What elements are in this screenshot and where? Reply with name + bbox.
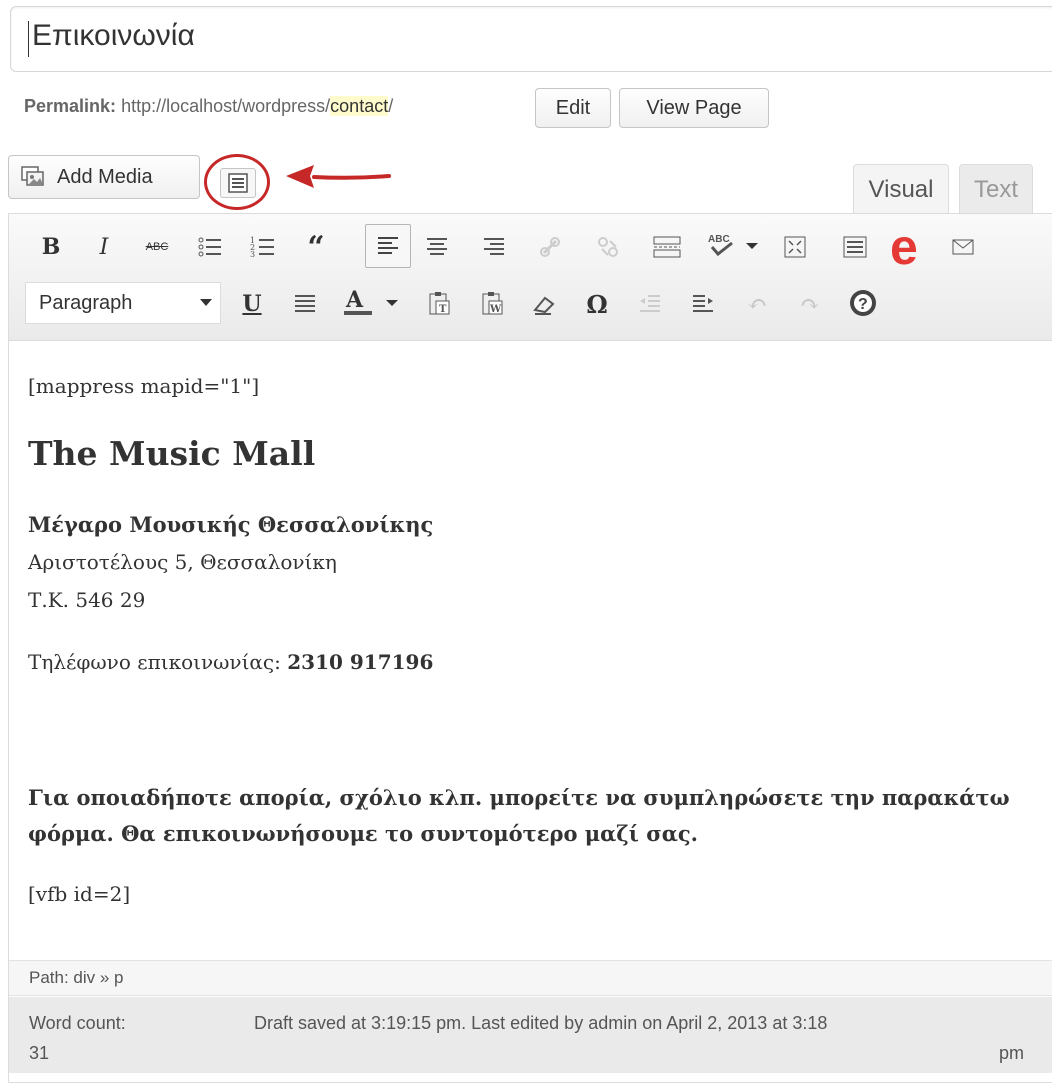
edit-permalink-button[interactable]: Edit: [535, 88, 611, 128]
svg-text:A: A: [345, 287, 364, 313]
unlink-icon[interactable]: [591, 230, 625, 264]
media-icon: [21, 165, 47, 189]
outdent-icon[interactable]: [633, 287, 667, 321]
svg-text:ABC: ABC: [708, 234, 730, 245]
link-icon[interactable]: [533, 230, 567, 264]
insert-more-icon[interactable]: [650, 230, 684, 264]
strikethrough-icon[interactable]: ABC: [140, 230, 174, 264]
permalink-tail: /: [388, 96, 394, 116]
red-arrow-icon: [286, 165, 391, 188]
draft-saved-status-tail: pm: [999, 1043, 1025, 1063]
form-icon: [228, 173, 248, 193]
word-count-label: Word count:: [29, 1013, 126, 1033]
highlight-circle: [204, 154, 270, 210]
tab-text[interactable]: Text: [959, 164, 1033, 214]
italic-icon[interactable]: I: [87, 230, 121, 264]
underline-icon[interactable]: U: [235, 287, 269, 321]
address-zip: Τ.Κ. 546 29: [28, 588, 146, 612]
special-character-icon[interactable]: Ω: [580, 287, 614, 321]
phone-label: Τηλέφωνο επικοινωνίας:: [28, 650, 288, 674]
permalink-slug[interactable]: contact: [330, 96, 389, 116]
clear-formatting-icon[interactable]: [527, 287, 561, 321]
word-count-value: 31: [29, 1043, 50, 1063]
form-insert-button[interactable]: [220, 168, 256, 198]
help-icon[interactable]: ?: [846, 286, 880, 320]
format-select-value: Paragraph: [39, 291, 133, 314]
status-bar: Word count: 31 Draft saved at 3:19:15 pm…: [9, 997, 1052, 1073]
blockquote-icon[interactable]: “: [299, 230, 333, 265]
add-media-button[interactable]: Add Media: [8, 155, 200, 199]
svg-text:W: W: [489, 304, 502, 315]
redo-icon[interactable]: ↷: [793, 287, 827, 321]
undo-icon[interactable]: ↶: [740, 287, 774, 321]
phone-number: 2310 917196: [287, 650, 434, 674]
text-caret: [28, 21, 29, 57]
evernote-icon[interactable]: e: [886, 223, 936, 271]
address-name: Μέγαρο Μουσικής Θεσσαλονίκης: [28, 512, 434, 537]
svg-text:?: ?: [858, 296, 868, 313]
toolbar-toggle-icon[interactable]: [838, 230, 872, 264]
chevron-down-icon: [200, 299, 212, 306]
element-path: Path: div » p: [9, 960, 1052, 996]
permalink-row: Permalink: http://localhost/wordpress/co…: [24, 96, 393, 117]
form-shortcode: [vfb id=2]: [28, 882, 131, 906]
post-title-text: Επικοινωνία: [32, 19, 195, 52]
format-select[interactable]: Paragraph: [25, 282, 221, 324]
spellcheck-icon[interactable]: ABC: [704, 228, 764, 262]
address-street: Αριστοτέλους 5, Θεσσαλονίκη: [28, 550, 337, 574]
permalink-base: http://localhost/wordpress/: [121, 96, 331, 116]
view-page-button[interactable]: View Page: [619, 88, 769, 128]
svg-text:e: e: [890, 224, 918, 270]
numbered-list-icon[interactable]: 123: [246, 230, 280, 264]
phone-line: Τηλέφωνο επικοινωνίας: 2310 917196: [28, 650, 433, 674]
draft-saved-status: Draft saved at 3:19:15 pm. Last edited b…: [254, 1013, 828, 1033]
editor-frame: [8, 213, 1052, 1083]
permalink-label: Permalink:: [24, 96, 117, 116]
align-center-icon[interactable]: [420, 230, 454, 264]
align-right-icon[interactable]: [477, 230, 511, 264]
bold-icon[interactable]: B: [34, 230, 68, 264]
content-heading: The Music Mall: [28, 434, 316, 473]
svg-text:T: T: [439, 304, 447, 315]
bullet-list-icon[interactable]: [193, 230, 227, 264]
fullscreen-icon[interactable]: [778, 230, 812, 264]
paste-text-icon[interactable]: T: [422, 287, 456, 321]
contact-note: Για οποιαδήποτε απορία, σχόλιο κλπ. μπορ…: [28, 785, 1010, 846]
svg-text:3: 3: [250, 250, 255, 259]
justify-icon[interactable]: [288, 287, 322, 321]
add-media-label: Add Media: [57, 165, 153, 188]
email-icon[interactable]: [946, 230, 980, 264]
tab-visual[interactable]: Visual: [853, 164, 949, 214]
align-left-icon[interactable]: [365, 224, 411, 268]
post-title-field[interactable]: Επικοινωνία: [10, 6, 1052, 72]
text-color-icon[interactable]: A: [340, 285, 410, 319]
mappress-shortcode: [mappress mapid="1"]: [28, 374, 260, 398]
paste-word-icon[interactable]: W: [475, 287, 509, 321]
indent-icon[interactable]: [686, 287, 720, 321]
